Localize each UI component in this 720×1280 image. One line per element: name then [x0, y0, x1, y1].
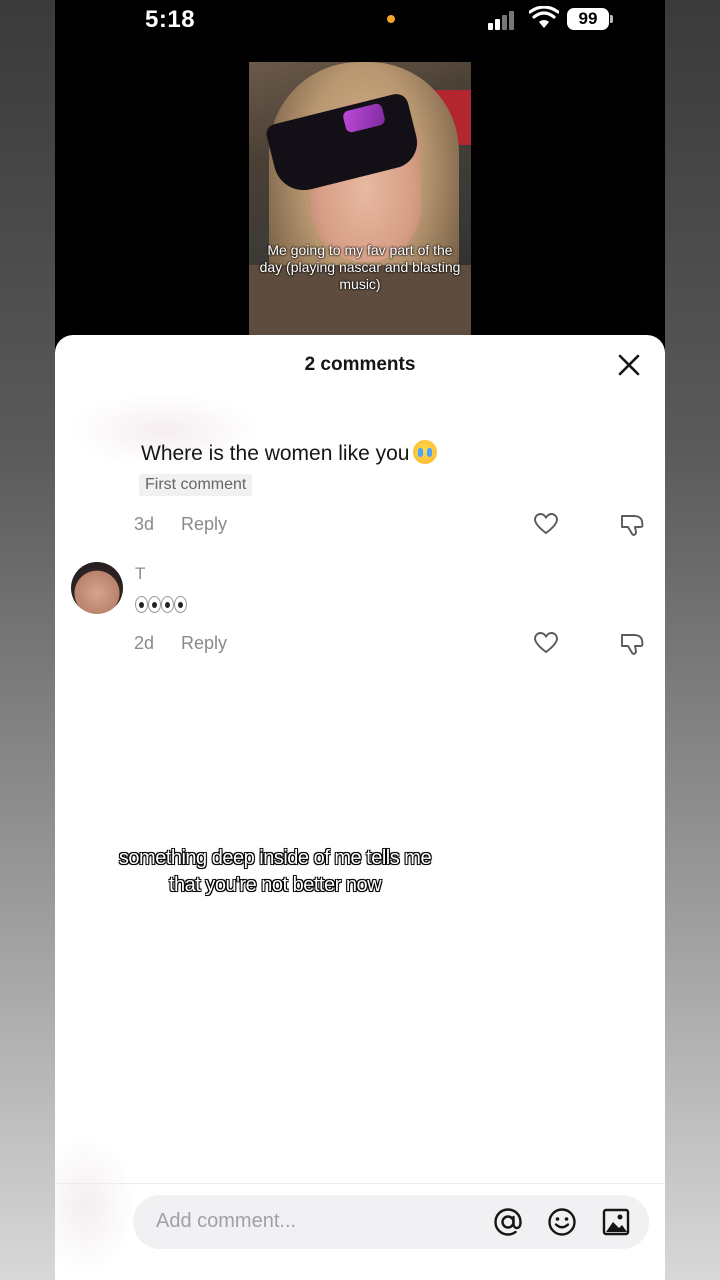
thumbs-down-icon[interactable] [619, 512, 645, 538]
first-comment-badge: First comment [139, 474, 253, 496]
status-time: 5:18 [145, 6, 196, 33]
video-caption: Me going to my fav part of the day (play… [259, 242, 461, 292]
loudly-crying-face-icon [413, 440, 438, 464]
battery-indicator: 99 [567, 8, 609, 30]
lyric-overlay-text: something deep inside of me tells me tha… [118, 847, 432, 896]
image-icon[interactable] [601, 1207, 631, 1237]
comment-input-placeholder: Add comment... [156, 1210, 297, 1232]
eyes-icon [161, 594, 187, 614]
smiley-icon[interactable] [547, 1207, 577, 1237]
status-bar: 5:18 99 [55, 0, 665, 40]
reply-button[interactable]: Reply [181, 633, 227, 654]
phone-screen: 5:18 99 Me going to my fav part of the d… [55, 0, 665, 1280]
cellular-signal-icon [488, 10, 522, 30]
reply-button[interactable]: Reply [181, 514, 227, 535]
faded-overlay-shape [55, 1135, 135, 1275]
eyes-icon [135, 594, 161, 614]
close-icon[interactable] [616, 352, 642, 378]
comment-body: Where is the women like you [141, 442, 410, 465]
heart-icon[interactable] [533, 630, 559, 656]
heart-icon[interactable] [533, 511, 559, 537]
comments-sheet: 2 comments Where is the women like you F… [55, 335, 665, 1280]
comment-input[interactable]: Add comment... [133, 1195, 649, 1249]
comments-count-title: 2 comments [304, 354, 416, 375]
thumbs-down-icon[interactable] [619, 631, 645, 657]
privacy-indicator-dot [387, 15, 395, 23]
input-divider [55, 1183, 665, 1184]
comment-age: 2d [134, 633, 155, 653]
video-thumbnail[interactable]: Me going to my fav part of the day (play… [249, 62, 471, 335]
comment-text: Where is the women like you [141, 440, 438, 466]
wifi-icon [529, 6, 559, 28]
comment-username[interactable]: T [135, 564, 145, 584]
at-sign-icon[interactable] [493, 1207, 523, 1237]
comment-text [135, 594, 187, 617]
comment-age: 3d [134, 514, 155, 534]
battery-tip [610, 15, 613, 23]
avatar[interactable] [71, 562, 123, 614]
